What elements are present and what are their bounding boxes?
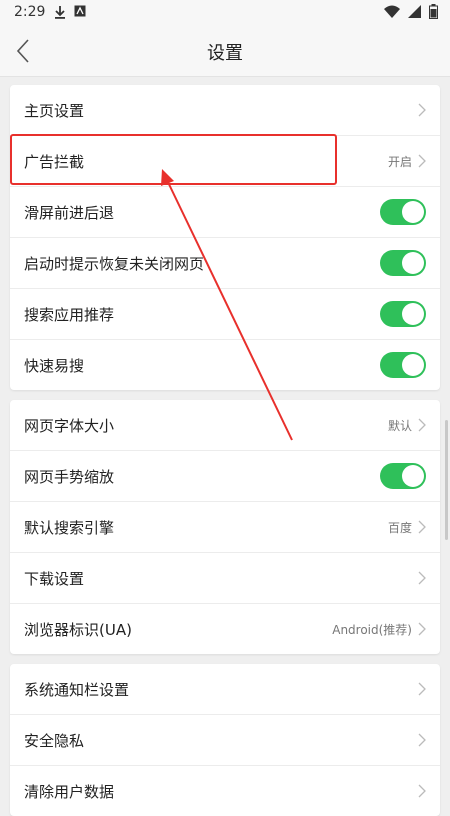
- setting-download[interactable]: 下载设置: [10, 553, 440, 604]
- settings-section-general: 主页设置 广告拦截 开启 滑屏前进后退 启动时提示恢复未关闭网页 搜索应用推荐 …: [10, 85, 440, 390]
- setting-label: 网页手势缩放: [24, 467, 115, 486]
- chevron-right-icon: [418, 784, 426, 798]
- chevron-right-icon: [418, 682, 426, 696]
- setting-value: 开启: [387, 154, 412, 169]
- chevron-right-icon: [418, 622, 426, 636]
- setting-value: Android(推荐): [332, 622, 412, 637]
- chevron-right-icon: [418, 571, 426, 585]
- toggle-switch[interactable]: [380, 352, 426, 378]
- chevron-right-icon: [418, 418, 426, 432]
- setting-label: 广告拦截: [24, 152, 85, 171]
- title-bar: 设置: [0, 26, 450, 77]
- setting-gesture-zoom[interactable]: 网页手势缩放: [10, 451, 440, 502]
- setting-label: 滑屏前进后退: [24, 203, 115, 222]
- setting-label: 安全隐私: [24, 731, 85, 750]
- status-bar: 2:29: [0, 0, 450, 26]
- toggle-knob: [402, 465, 424, 487]
- chevron-right-icon: [418, 733, 426, 747]
- toggle-knob: [402, 303, 424, 325]
- wifi-icon: [384, 5, 400, 23]
- chevron-right-icon: [418, 103, 426, 117]
- setting-font-size[interactable]: 网页字体大小 默认: [10, 400, 440, 451]
- setting-label: 快速易搜: [24, 356, 85, 375]
- toggle-knob: [402, 201, 424, 223]
- setting-label: 网页字体大小: [24, 416, 115, 435]
- setting-label: 下载设置: [24, 569, 85, 588]
- setting-search-app-recommend[interactable]: 搜索应用推荐: [10, 289, 440, 340]
- setting-ad-block[interactable]: 广告拦截 开启: [10, 136, 440, 187]
- setting-label: 搜索应用推荐: [24, 305, 115, 324]
- chevron-right-icon: [418, 154, 426, 168]
- page-title: 设置: [207, 43, 243, 64]
- setting-label: 浏览器标识(UA): [24, 620, 132, 639]
- setting-value: 百度: [387, 520, 412, 535]
- setting-default-search-engine[interactable]: 默认搜索引擎 百度: [10, 502, 440, 553]
- settings-section-system: 系统通知栏设置 安全隐私 清除用户数据: [10, 664, 440, 816]
- toggle-switch[interactable]: [380, 463, 426, 489]
- setting-label: 主页设置: [24, 101, 85, 120]
- setting-restore-pages[interactable]: 启动时提示恢复未关闭网页: [10, 238, 440, 289]
- toggle-switch[interactable]: [380, 301, 426, 327]
- toggle-switch[interactable]: [380, 250, 426, 276]
- setting-privacy[interactable]: 安全隐私: [10, 715, 440, 766]
- app-notification-icon: [74, 5, 86, 23]
- signal-icon: [408, 5, 421, 22]
- toggle-knob: [402, 354, 424, 376]
- setting-label: 默认搜索引擎: [24, 518, 115, 537]
- toggle-knob: [402, 252, 424, 274]
- chevron-right-icon: [418, 520, 426, 534]
- settings-section-browsing: 网页字体大小 默认 网页手势缩放 默认搜索引擎 百度 下载设置 浏览器标识(UA…: [10, 400, 440, 654]
- setting-value: 默认: [387, 418, 412, 433]
- setting-homepage[interactable]: 主页设置: [10, 85, 440, 136]
- settings-content: 主页设置 广告拦截 开启 滑屏前进后退 启动时提示恢复未关闭网页 搜索应用推荐 …: [0, 77, 450, 816]
- battery-icon: [429, 4, 438, 23]
- setting-notification-bar[interactable]: 系统通知栏设置: [10, 664, 440, 715]
- setting-label: 系统通知栏设置: [24, 680, 130, 699]
- setting-clear-data[interactable]: 清除用户数据: [10, 766, 440, 816]
- setting-user-agent[interactable]: 浏览器标识(UA) Android(推荐): [10, 604, 440, 654]
- setting-label: 启动时提示恢复未关闭网页: [24, 254, 205, 273]
- setting-quick-search[interactable]: 快速易搜: [10, 340, 440, 390]
- setting-swipe-navigation[interactable]: 滑屏前进后退: [10, 187, 440, 238]
- setting-label: 清除用户数据: [24, 782, 115, 801]
- download-icon: [54, 5, 66, 23]
- toggle-switch[interactable]: [380, 199, 426, 225]
- status-time: 2:29: [14, 4, 46, 20]
- scrollbar[interactable]: [445, 420, 448, 540]
